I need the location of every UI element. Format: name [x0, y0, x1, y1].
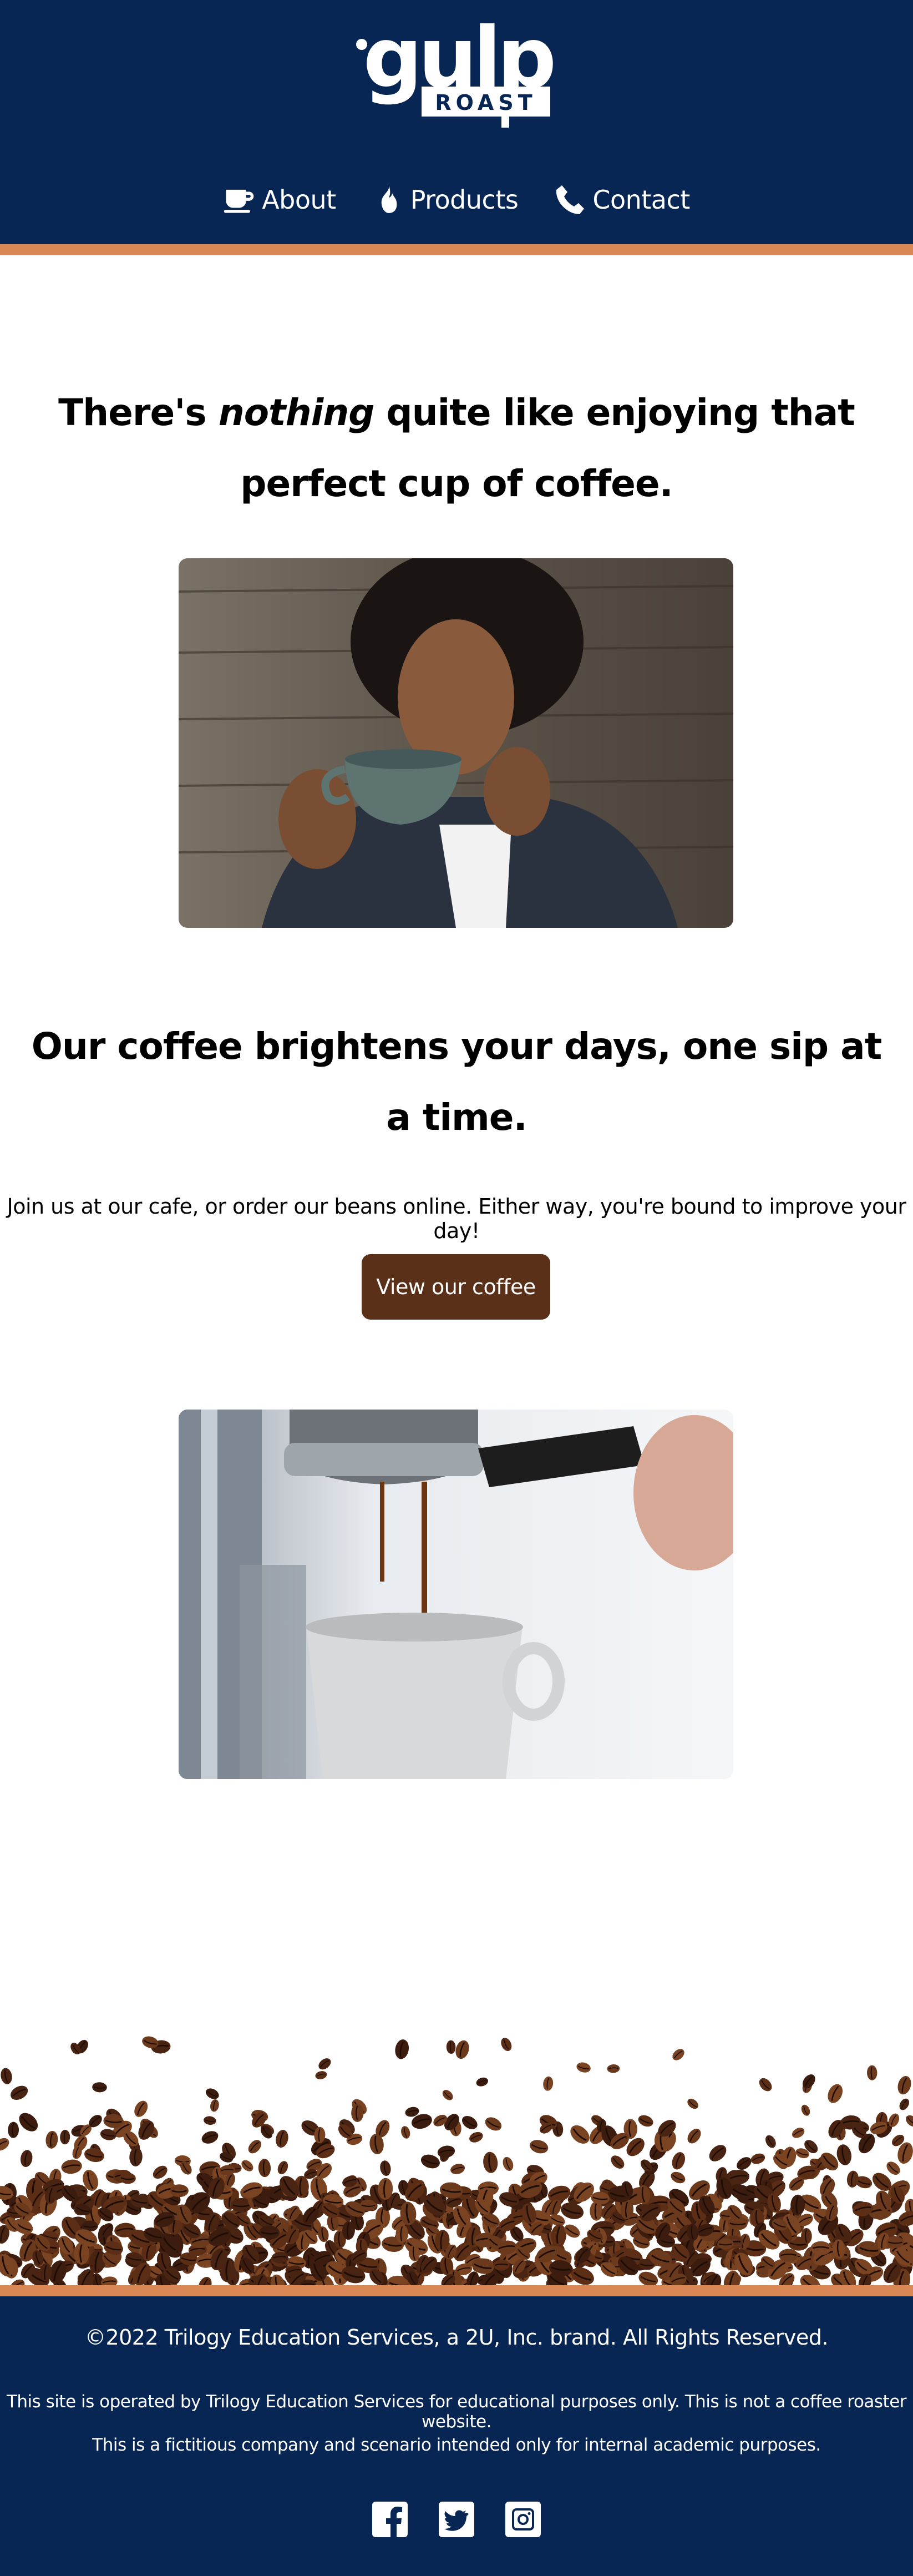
- facebook-link[interactable]: [372, 2502, 408, 2537]
- instagram-link[interactable]: [505, 2502, 541, 2537]
- fire-icon: [381, 185, 397, 213]
- nav-about-label: About: [262, 185, 336, 215]
- nav-products[interactable]: Products: [372, 184, 519, 215]
- facebook-icon: [372, 2502, 408, 2537]
- hero-headline: There's nothing quite like enjoying that…: [22, 377, 891, 519]
- phone-icon: [556, 185, 585, 214]
- twitter-icon: [439, 2502, 474, 2537]
- espresso-pour-photo: [179, 1410, 733, 1779]
- instagram-icon: [505, 2502, 541, 2537]
- view-coffee-button[interactable]: View our coffee: [362, 1254, 550, 1320]
- twitter-link[interactable]: [439, 2502, 474, 2537]
- hero-headline-before: There's: [58, 391, 219, 434]
- gulp-roast-logo[interactable]: gulp ROAST: [355, 10, 560, 132]
- site-footer: ©2022 Trilogy Education Services, a 2U, …: [0, 2296, 913, 2576]
- disclaimer-text-1: This site is operated by Trilogy Educati…: [6, 2392, 907, 2432]
- site-header: gulp ROAST About Products Contact: [0, 0, 913, 244]
- social-links: [0, 2502, 913, 2537]
- section-intro: Join us at our cafe, or order our beans …: [7, 1194, 907, 1243]
- nav-about[interactable]: About: [223, 184, 336, 215]
- logo-sub: ROAST: [435, 90, 536, 115]
- coffee-beans-graphic: [0, 2036, 913, 2296]
- header-accent-stripe: [0, 244, 913, 255]
- disclaimer-text-2: This is a fictitious company and scenari…: [92, 2435, 821, 2455]
- nav-products-label: Products: [410, 185, 519, 215]
- copyright-text: ©2022 Trilogy Education Services, a 2U, …: [84, 2325, 829, 2350]
- main-nav: About Products Contact: [0, 178, 913, 222]
- section-headline: Our coffee brightens your days, one sip …: [31, 1025, 882, 1139]
- coffee-cup-icon: [224, 189, 254, 213]
- footer-accent-stripe: [0, 2285, 913, 2296]
- coffee-beans-banner: [0, 2020, 913, 2296]
- nav-contact-label: Contact: [592, 185, 690, 215]
- logo-graphic: gulp ROAST: [356, 10, 557, 128]
- nav-contact[interactable]: Contact: [554, 184, 690, 215]
- hero-headline-emphasis: nothing: [218, 391, 375, 434]
- woman-drinking-coffee-photo: [179, 558, 733, 928]
